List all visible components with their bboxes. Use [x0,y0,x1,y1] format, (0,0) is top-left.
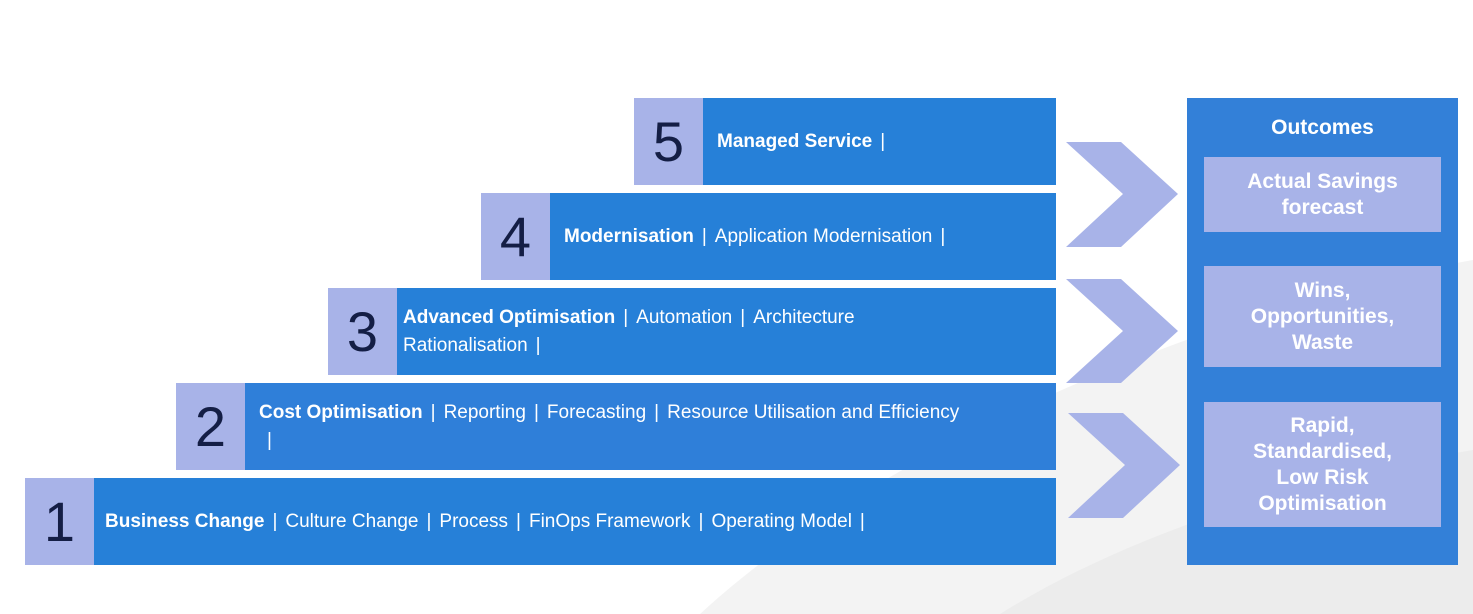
outcome-card: Rapid, Standardised, Low Risk Optimisati… [1204,402,1441,527]
separator: | [516,510,521,532]
step-text: Cost Optimisation | Reporting | Forecasting |… [259,399,979,455]
separator: | [623,306,629,328]
step-1: 1 Business Change | Culture Change | Process… [25,478,1056,565]
chevron-arrow-icon [1066,142,1178,247]
separator: | [430,401,436,423]
chevron-arrow-icon [1066,279,1178,383]
step-text: Modernisation | Application Modernisation | [564,223,953,251]
step-2: 2 Cost Optimisation | Reporting | Forecastin… [176,383,1056,470]
step-item: Reporting [443,401,526,423]
step-title: Business Change [105,510,265,532]
step-number: 1 [25,478,94,565]
separator: | [267,429,272,451]
outcome-card: Actual Savings forecast [1204,157,1441,232]
outcome-card: Wins, Opportunities, Waste [1204,266,1441,367]
step-5: 5 Managed Service | [634,98,1056,185]
step-item: Process [439,510,509,532]
step-title: Modernisation [564,225,694,247]
step-item: Culture Change [285,510,419,532]
step-text: Managed Service | [717,128,893,156]
separator: | [859,510,865,532]
separator: | [940,225,946,247]
step-item: Resource Utilisation and Efficiency [667,401,960,423]
separator: | [698,510,704,532]
step-number: 5 [634,98,703,185]
separator: | [272,510,278,532]
step-number: 4 [481,193,550,280]
step-title: Managed Service [717,130,873,152]
separator: | [740,306,746,328]
step-item: Forecasting [546,401,647,423]
step-item: Operating Model [711,510,852,532]
separator: | [533,401,539,423]
separator: | [535,334,541,356]
outcomes-panel: Outcomes Actual Savings forecast Wins, O… [1187,98,1458,565]
separator: | [701,225,707,247]
step-item: FinOps Framework [528,510,691,532]
step-item: Automation [636,306,733,328]
chevron-arrow-icon [1068,413,1180,518]
outcomes-title: Outcomes [1271,116,1374,139]
step-item: Application Modernisation [714,225,933,247]
separator: | [654,401,660,423]
step-title: Advanced Optimisation [403,306,616,328]
step-text: Advanced Optimisation | Automation | Archite… [403,304,943,360]
separator: | [426,510,432,532]
step-4: 4 Modernisation | Application Modernisatio… [481,193,1056,280]
step-number: 2 [176,383,245,470]
step-3: 3 Advanced Optimisation | Automation | Archi… [328,288,1056,375]
step-title: Cost Optimisation [259,401,423,423]
separator: | [880,130,886,152]
step-number: 3 [328,288,397,375]
step-text: Business Change | Culture Change | Process | F… [105,508,873,536]
